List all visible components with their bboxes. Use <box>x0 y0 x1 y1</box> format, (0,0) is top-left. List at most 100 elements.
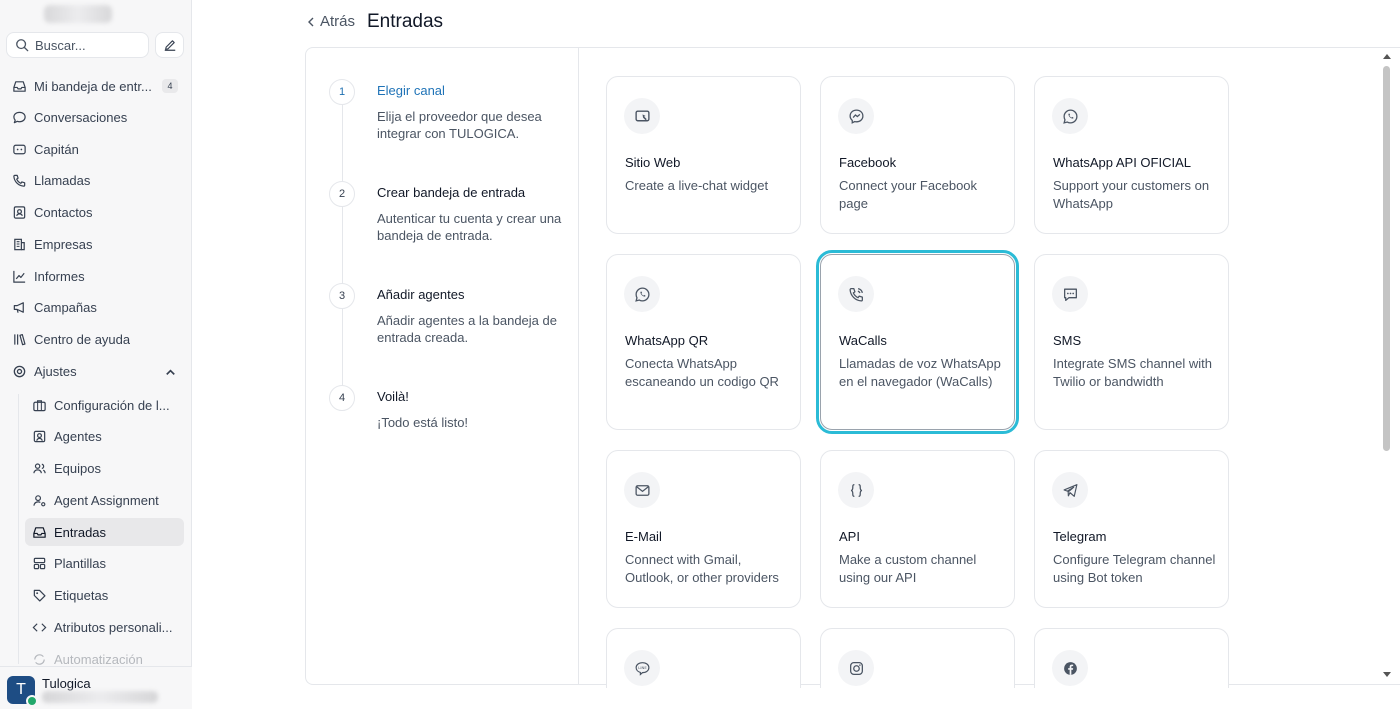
sidebar-item-agents[interactable]: Agentes <box>25 422 184 450</box>
megaphone-icon <box>13 301 24 313</box>
scroll-up-arrow[interactable] <box>1383 54 1391 59</box>
building-icon <box>14 238 25 250</box>
phone-icon <box>13 174 26 187</box>
channel-card-website[interactable]: Sitio Web Create a live-chat widget <box>606 76 801 234</box>
channel-card-api[interactable]: API Make a custom channel using our API <box>820 450 1015 608</box>
sidebar-item-label: Entradas <box>54 524 107 540</box>
sidebar-item-inboxes[interactable]: Entradas <box>25 518 184 546</box>
sidebar-item-conversations[interactable]: Conversaciones <box>6 103 184 131</box>
sidebar: Mi bandeja de entr... 4 Conversaciones C… <box>0 0 192 709</box>
sidebar-item-label: Campañas <box>34 299 97 315</box>
library-icon <box>14 333 26 345</box>
back-label: Atrás <box>320 13 356 30</box>
channel-title: Facebook <box>839 155 897 170</box>
sidebar-item-custom-attributes[interactable]: Atributos personali... <box>25 613 184 641</box>
facebook-icon <box>1063 661 1077 675</box>
sidebar-item-label: Informes <box>34 268 85 284</box>
channel-card-line[interactable]: LINE <box>606 628 801 688</box>
channel-description: Support your customers on WhatsApp <box>1053 178 1210 211</box>
svg-text:LINE: LINE <box>638 665 647 670</box>
sidebar-item-label: Atributos personali... <box>54 619 173 635</box>
search-input[interactable] <box>35 37 135 53</box>
sidebar-item-label: Centro de ayuda <box>34 331 131 347</box>
sidebar-item-settings[interactable]: Ajustes <box>6 357 184 385</box>
channel-card-facebook[interactable]: Facebook Connect your Facebook page <box>820 76 1015 234</box>
whatsapp-icon <box>1062 108 1078 124</box>
sidebar-item-reports[interactable]: Informes <box>6 262 184 290</box>
step-number: 2 <box>329 181 355 207</box>
sidebar-item-teams[interactable]: Equipos <box>25 454 184 482</box>
sidebar-item-account-settings[interactable]: Configuración de l... <box>25 391 184 419</box>
submenu-guide-line <box>18 394 19 664</box>
sidebar-item-templates[interactable]: Plantillas <box>25 549 184 577</box>
channel-title: E-Mail <box>625 529 662 544</box>
channel-description: Conecta WhatsApp escaneando un codigo QR <box>625 356 779 389</box>
sidebar-item-label: Llamadas <box>34 172 91 188</box>
online-status-indicator <box>26 695 38 707</box>
sidebar-item-label: Automatización <box>54 651 143 667</box>
channel-description: Connect your Facebook page <box>839 178 978 211</box>
user-cog-icon <box>33 494 46 506</box>
sidebar-item-inbox[interactable]: Mi bandeja de entr... 4 <box>6 72 184 100</box>
sidebar-item-captain[interactable]: Capitán <box>6 135 184 163</box>
sidebar-item-calls[interactable]: Llamadas <box>6 166 184 194</box>
channel-title: WaCalls <box>839 333 887 348</box>
contact-card-icon <box>13 205 26 219</box>
sidebar-item-campaigns[interactable]: Campañas <box>6 293 184 321</box>
channel-description: Integrate SMS channel with Twilio or ban… <box>1053 356 1212 389</box>
channel-description: Configure Telegram channel using Bot tok… <box>1053 552 1216 585</box>
phone-call-icon <box>848 287 863 302</box>
channel-description: Connect with Gmail, Outlook, or other pr… <box>625 552 779 585</box>
team-icon <box>33 462 46 473</box>
step-title: Crear bandeja de entrada <box>377 185 526 200</box>
channel-card-whatsapp-qr[interactable]: WhatsApp QR Conecta WhatsApp escaneando … <box>606 254 801 430</box>
back-button[interactable]: Atrás <box>305 13 355 30</box>
whatsapp-icon <box>634 286 650 302</box>
scroll-thumb[interactable] <box>1383 66 1390 451</box>
search-icon <box>16 39 29 52</box>
chevron-left-icon <box>308 17 314 26</box>
channel-title: WhatsApp API OFICIAL <box>1053 155 1191 170</box>
search-box[interactable] <box>6 32 149 58</box>
agent-icon <box>33 430 46 442</box>
step-number: 1 <box>329 79 355 105</box>
compose-button[interactable] <box>155 32 184 58</box>
channel-card-telegram[interactable]: Telegram Configure Telegram channel usin… <box>1034 450 1229 608</box>
chart-line-icon <box>13 270 26 283</box>
sidebar-item-labels[interactable]: Etiquetas <box>25 581 184 609</box>
user-name: Tulogica <box>42 676 91 691</box>
step-description: Elija el proveedor que desea integrar co… <box>377 109 542 141</box>
code-icon <box>32 622 47 632</box>
channel-card-sms[interactable]: SMS Integrate SMS channel with Twilio or… <box>1034 254 1229 430</box>
channel-card-facebook-page[interactable] <box>1034 628 1229 688</box>
template-icon <box>33 557 46 569</box>
sidebar-item-agent-assignment[interactable]: Agent Assignment <box>25 486 184 514</box>
channel-title: Telegram <box>1053 529 1107 544</box>
captain-icon <box>13 144 26 154</box>
line-icon: LINE <box>635 661 649 676</box>
sidebar-item-label: Plantillas <box>54 555 107 571</box>
sidebar-item-companies[interactable]: Empresas <box>6 230 184 258</box>
sidebar-item-label: Ajustes <box>34 363 77 379</box>
tag-icon <box>33 589 46 602</box>
channel-card-wacalls[interactable]: WaCalls Llamadas de voz WhatsApp en el n… <box>816 250 1019 434</box>
channel-description: Llamadas de voz WhatsApp en el navegador… <box>839 356 1001 389</box>
sidebar-item-help-center[interactable]: Centro de ayuda <box>6 325 184 353</box>
telegram-icon <box>1063 483 1077 497</box>
sidebar-item-label: Configuración de l... <box>54 397 170 413</box>
brand-logo <box>44 5 112 23</box>
content-scrollbar[interactable] <box>1380 48 1394 684</box>
channel-card-instagram[interactable] <box>820 628 1015 688</box>
chevron-up-icon <box>166 369 175 375</box>
sidebar-item-label: Agent Assignment <box>54 492 159 508</box>
channel-card-whatsapp-api[interactable]: WhatsApp API OFICIAL Support your custom… <box>1034 76 1229 234</box>
sidebar-item-label: Contactos <box>34 204 93 220</box>
channel-card-email[interactable]: E-Mail Connect with Gmail, Outlook, or o… <box>606 450 801 608</box>
sidebar-item-contacts[interactable]: Contactos <box>6 198 184 226</box>
chat-bubble-icon <box>13 111 26 123</box>
user-profile[interactable]: T Tulogica <box>0 666 192 709</box>
sidebar-item-label: Conversaciones <box>34 109 128 125</box>
sidebar-item-label: Mi bandeja de entr... <box>34 78 152 94</box>
scroll-down-arrow[interactable] <box>1383 672 1391 677</box>
messenger-icon <box>848 108 864 124</box>
